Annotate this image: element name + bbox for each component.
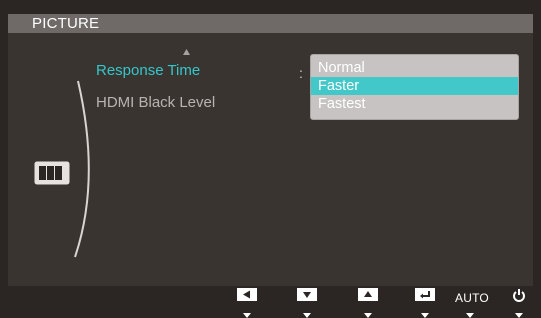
button-indicator-icon [364,313,372,318]
left-arrow-icon [237,288,257,301]
osd-window: PICTURE Response Time HDMI Black Level :… [0,0,541,318]
menu-item-hdmi-black-level[interactable]: HDMI Black Level [96,94,215,111]
enter-icon [415,288,435,301]
dropdown-option-normal[interactable]: Normal [311,59,518,77]
down-button[interactable] [297,288,317,318]
content-panel: Response Time HDMI Black Level : Normal … [8,33,533,286]
scroll-up-icon[interactable] [183,49,190,55]
up-arrow-icon [358,288,378,301]
response-time-dropdown[interactable]: Normal Faster Fastest [310,54,519,120]
power-button[interactable] [509,288,529,318]
picture-menu-icon [33,160,75,188]
power-icon [513,289,525,302]
button-indicator-icon [243,313,251,318]
left-button[interactable] [237,288,257,318]
up-button[interactable] [358,288,378,318]
menu-item-response-time[interactable]: Response Time [96,62,200,79]
menu-value-separator: : [299,65,303,81]
button-indicator-icon [303,313,311,318]
button-indicator-icon [466,313,474,318]
dropdown-option-fastest[interactable]: Fastest [311,95,518,113]
auto-button[interactable] [460,288,480,318]
down-arrow-icon [297,288,317,301]
button-indicator-icon [421,313,429,318]
dropdown-option-faster[interactable]: Faster [311,77,518,95]
enter-button[interactable] [415,288,435,318]
osd-title: PICTURE [32,15,100,32]
button-indicator-icon [515,313,523,318]
